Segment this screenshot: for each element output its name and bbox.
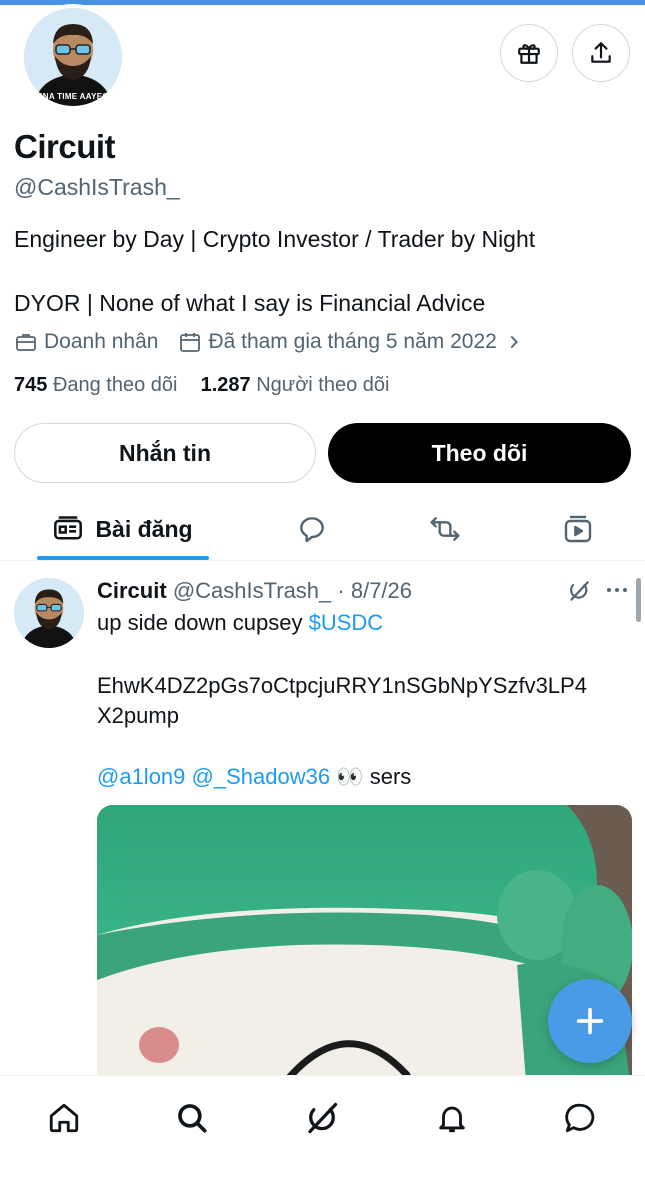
- grok-nav-icon: [308, 1102, 338, 1134]
- tab-replies[interactable]: [282, 500, 342, 558]
- briefcase-icon: [16, 334, 36, 351]
- followers-count: 1.287: [200, 374, 251, 396]
- grok-icon[interactable]: [566, 578, 592, 604]
- profile-tabs: Bài đăng: [0, 500, 645, 562]
- nav-notifications[interactable]: [432, 1098, 472, 1138]
- gift-icon: [518, 44, 540, 64]
- following-count: 745: [14, 374, 48, 396]
- post-separator: ·: [331, 578, 351, 603]
- mention-link-2[interactable]: @_Shadow36: [192, 764, 331, 789]
- eyes-emoji: 👀: [336, 764, 364, 789]
- following-link[interactable]: 745 Đang theo dõi: [14, 374, 183, 396]
- top-progress-bar: [0, 0, 645, 5]
- followers-label: Người theo dõi: [256, 374, 390, 396]
- tab-reposts[interactable]: [415, 500, 475, 558]
- profile-meta: Doanh nhân Đã tham gia tháng 5 năm 2022: [14, 330, 531, 354]
- bio-line-1: Engineer by Day | Crypto Investor / Trad…: [14, 226, 536, 252]
- messages-icon: [565, 1103, 595, 1133]
- profile-category: Doanh nhân: [44, 330, 159, 353]
- followers-link[interactable]: 1.287 Người theo dõi: [201, 374, 390, 396]
- nav-home[interactable]: [44, 1098, 84, 1138]
- post-date[interactable]: 8/7/26: [351, 578, 412, 603]
- bottom-navigation: [0, 1075, 645, 1201]
- following-label: Đang theo dõi: [52, 374, 178, 396]
- tab-posts-label: Bài đăng: [95, 515, 193, 542]
- follow-button[interactable]: Theo dõi: [328, 423, 631, 483]
- post-text-1: up side down cupsey: [97, 610, 309, 635]
- nav-search[interactable]: [172, 1098, 212, 1138]
- notifications-icon: [439, 1106, 465, 1133]
- avatar-caption: APNA TIME AAYEGA: [31, 92, 115, 101]
- follow-stats: 745 Đang theo dõi 1.287 Người theo dõi: [14, 374, 389, 397]
- media-icon: [564, 515, 592, 543]
- tabs-divider: [0, 560, 645, 561]
- search-icon: [178, 1104, 207, 1133]
- gift-button[interactable]: [500, 24, 558, 82]
- share-icon: [591, 42, 611, 63]
- post-line-1: up side down cupsey $USDC: [97, 610, 383, 636]
- share-button[interactable]: [572, 24, 630, 82]
- post-tail-text: sers: [363, 764, 412, 789]
- bio-line-2: DYOR | None of what I say is Financial A…: [14, 290, 486, 316]
- post-address-line-2: X2pump: [97, 703, 179, 728]
- chevron-right-icon[interactable]: [503, 331, 525, 353]
- post-author-handle[interactable]: @CashIsTrash_: [173, 578, 331, 603]
- profile-joined: Đã tham gia tháng 5 năm 2022: [208, 330, 497, 353]
- home-icon: [49, 1103, 79, 1133]
- posts-icon: [54, 516, 83, 540]
- compose-button[interactable]: [548, 979, 632, 1063]
- post-header: Circuit @CashIsTrash_ · 8/7/26: [97, 578, 412, 604]
- message-button[interactable]: Nhắn tin: [14, 423, 316, 483]
- tab-media[interactable]: [548, 500, 608, 558]
- mention-link-1[interactable]: @a1lon9: [97, 764, 185, 789]
- profile-name: Circuit: [14, 128, 116, 165]
- nav-messages[interactable]: [560, 1098, 600, 1138]
- post-author-avatar[interactable]: [14, 578, 84, 648]
- scrollbar-thumb[interactable]: [636, 578, 641, 622]
- profile-handle: @CashIsTrash_: [14, 174, 180, 200]
- calendar-icon: [180, 333, 201, 352]
- more-options-icon[interactable]: [605, 580, 629, 600]
- nav-grok[interactable]: [302, 1098, 342, 1138]
- cashtag-link[interactable]: $USDC: [309, 610, 384, 635]
- plus-icon: [576, 1007, 604, 1035]
- post-author-name[interactable]: Circuit: [97, 578, 167, 603]
- post-media-image[interactable]: [97, 805, 632, 1095]
- post-mentions-line: @a1lon9 @_Shadow36 👀 sers: [97, 764, 411, 790]
- repost-icon: [430, 517, 460, 541]
- tab-posts[interactable]: Bài đăng: [37, 500, 209, 558]
- profile-avatar[interactable]: APNA TIME AAYEGA: [20, 4, 126, 110]
- post-address-line-1: EhwK4DZ2pGs7oCtpcjuRRY1nSGbNpYSzfv3LP4: [97, 673, 587, 698]
- replies-icon: [300, 517, 324, 543]
